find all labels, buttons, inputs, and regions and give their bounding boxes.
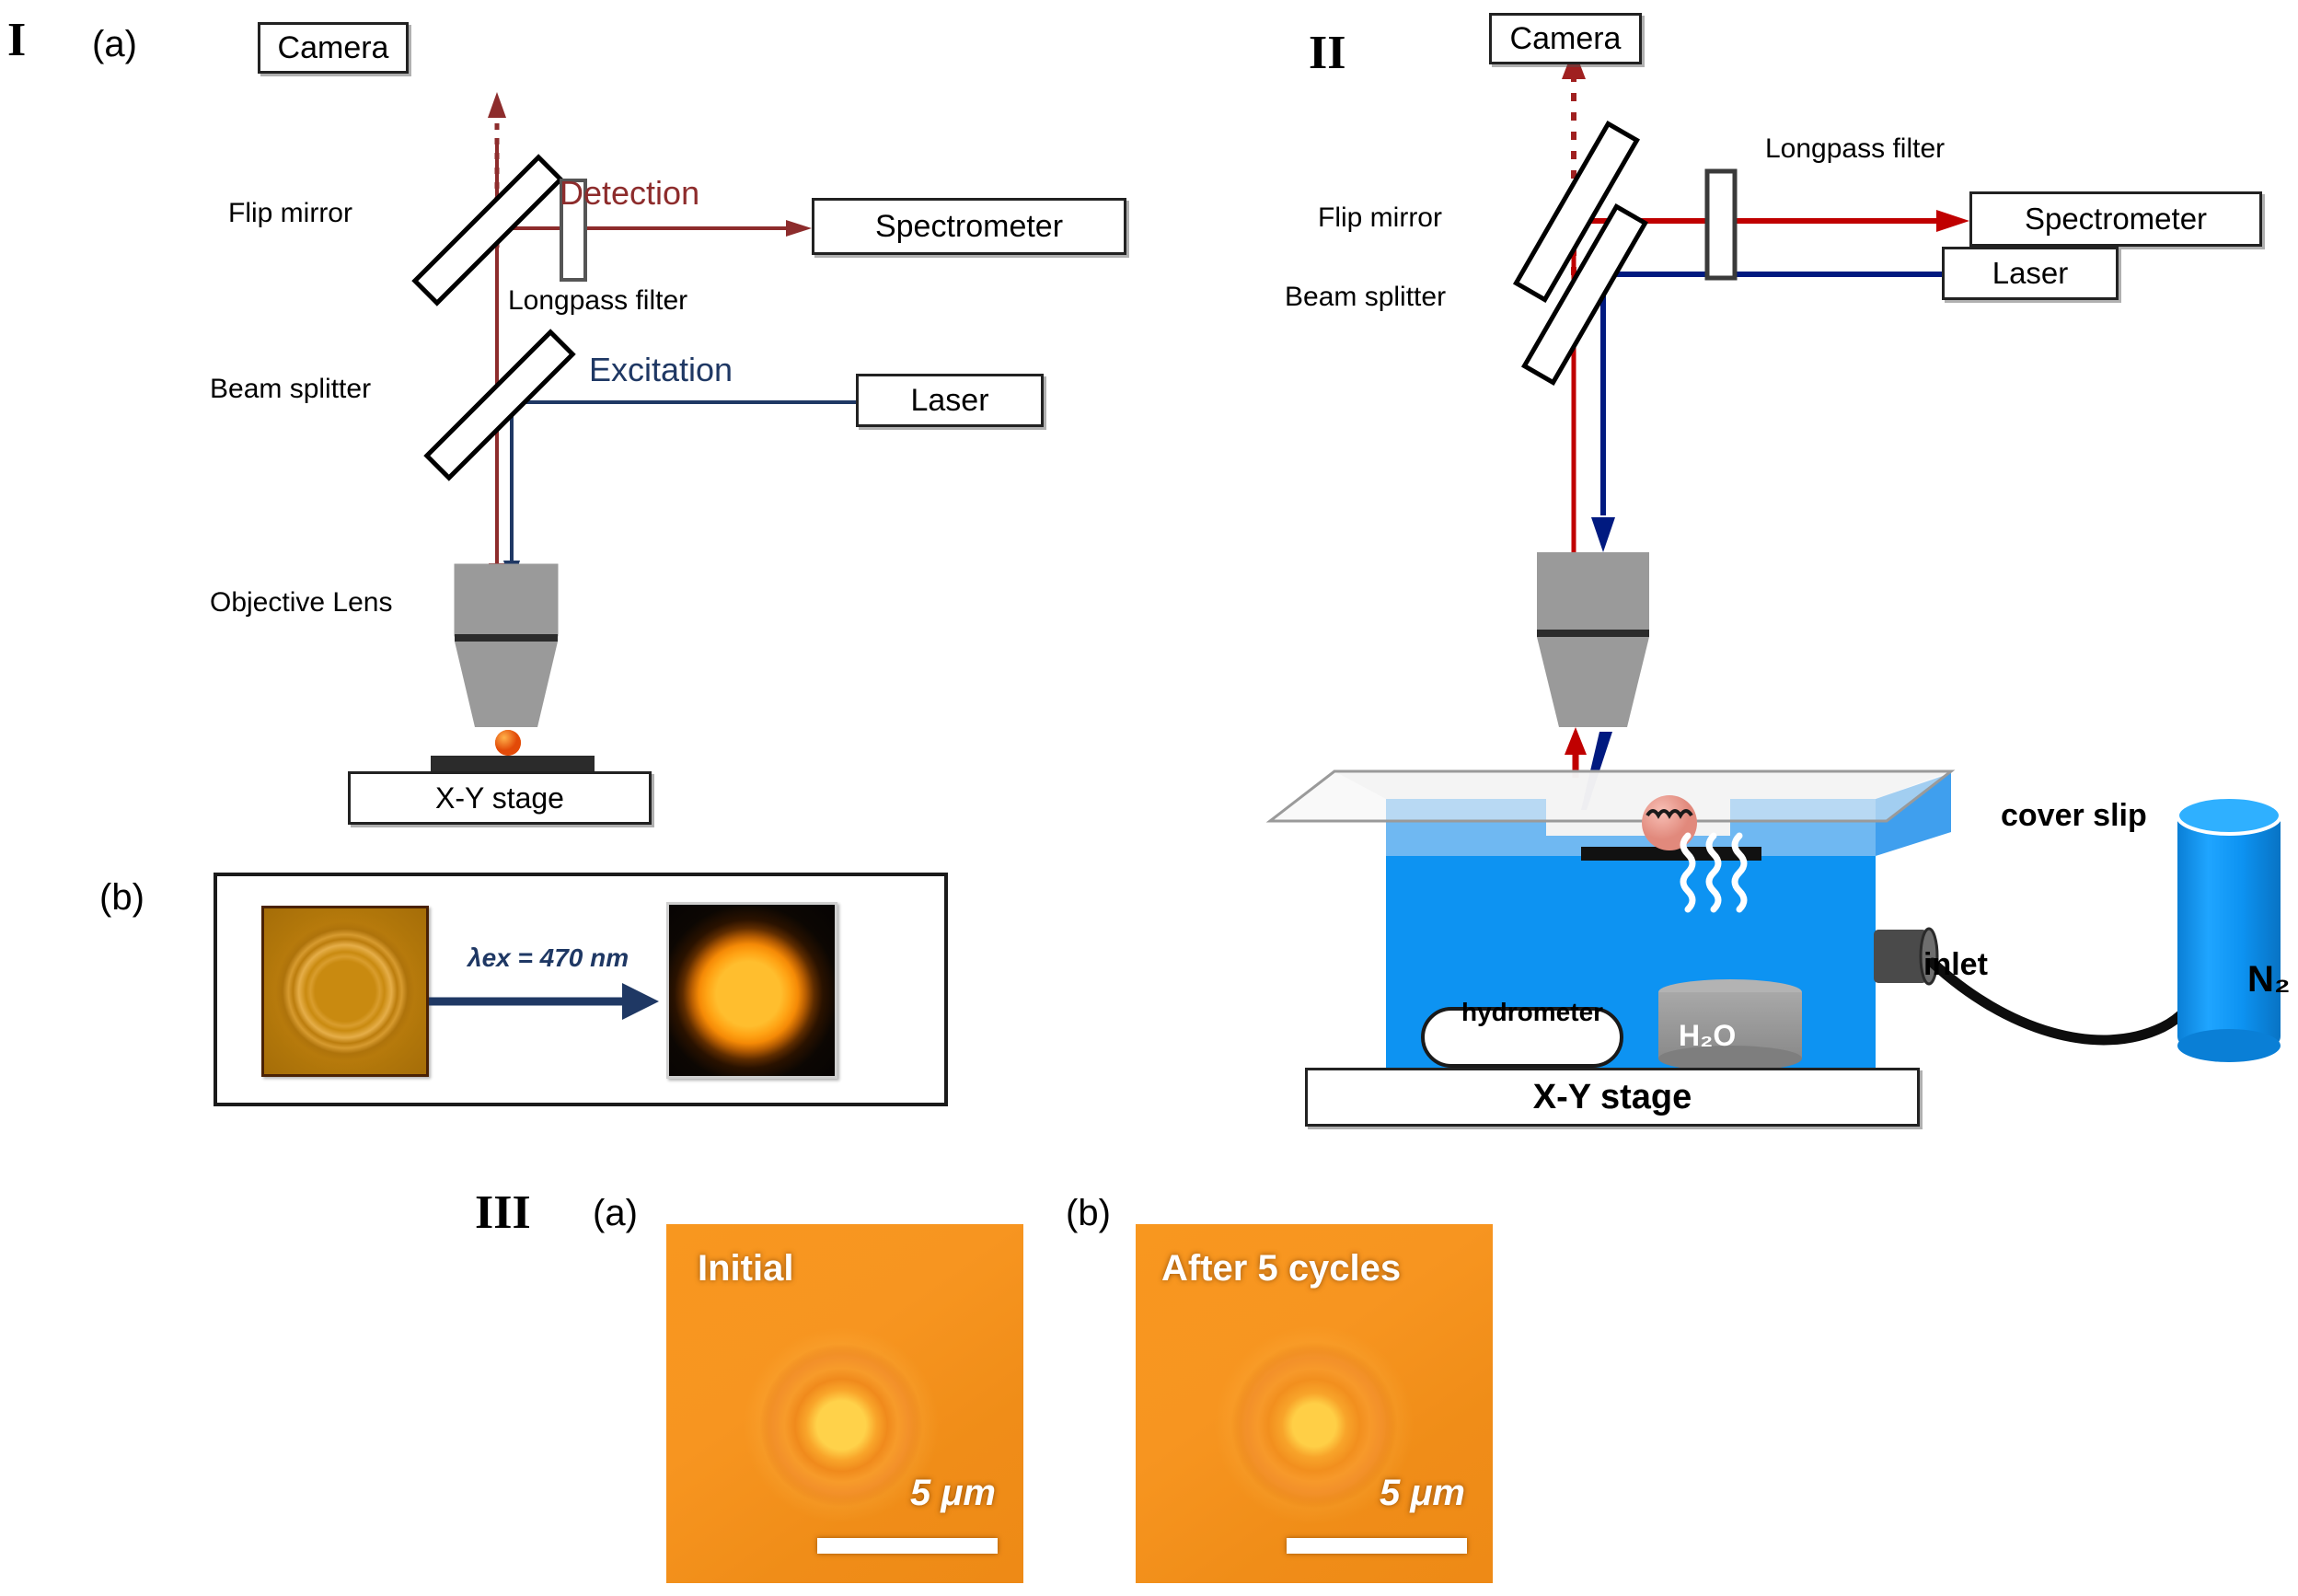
detection-spectrometer-arrowhead-II xyxy=(1936,210,1969,232)
image-b-scalebar-label: 5 μm xyxy=(1379,1473,1465,1513)
panel-III-subcaption-a: (a) xyxy=(593,1193,638,1233)
excitation-wavelength-label: λex = 470 nm xyxy=(468,943,629,972)
spectrometer-label-I: Spectrometer xyxy=(874,208,1064,244)
panel-I-b-frame: λex = 470 nm xyxy=(214,873,948,1106)
nitrogen-cylinder-icon xyxy=(2176,795,2282,1062)
spectrometer-box-I[interactable]: Spectrometer xyxy=(812,198,1126,255)
panel-I-subcaption-b: (b) xyxy=(99,877,144,918)
longpass-filter-icon-II xyxy=(1704,168,1738,281)
detection-beam-label: Detection xyxy=(560,174,700,212)
image-a-scalebar xyxy=(817,1538,998,1554)
excitation-beam-label: Excitation xyxy=(589,351,733,388)
sample-detection-arrowhead xyxy=(1565,727,1587,755)
xy-stage-box-I[interactable]: X-Y stage xyxy=(348,771,652,825)
beam-splitter-label-II: Beam splitter xyxy=(1285,282,1447,312)
panel-label-III: III xyxy=(475,1186,531,1239)
camera-box-II[interactable]: Camera xyxy=(1489,13,1642,64)
brightfield-image xyxy=(261,906,429,1077)
cover-slip-icon xyxy=(1265,769,1956,823)
excitation-beam-arrowhead-II xyxy=(1591,517,1615,552)
beam-splitter-label-I: Beam splitter xyxy=(210,374,372,404)
beam-splitter-icon xyxy=(423,329,576,481)
image-a-scalebar-label: 5 μm xyxy=(909,1473,996,1513)
detection-spectrometer-arrowhead xyxy=(786,220,812,237)
fluorescence-image xyxy=(666,902,837,1079)
longpass-filter-label-II: Longpass filter xyxy=(1765,133,1946,164)
water-label: H₂O xyxy=(1679,1019,1737,1052)
camera-beam-arrowhead xyxy=(488,92,506,118)
objective-lens-icon-II xyxy=(1537,552,1649,727)
panel-III-image-a: Initial 5 μm xyxy=(666,1224,1023,1583)
xy-stage-label-I: X-Y stage xyxy=(435,781,564,815)
laser-box-I[interactable]: Laser xyxy=(856,374,1044,427)
hydrometer-label: hydrometer xyxy=(1461,998,1604,1026)
panel-III-image-b: After 5 cycles 5 μm xyxy=(1136,1224,1493,1583)
flip-mirror-label-I: Flip mirror xyxy=(228,198,352,228)
camera-label-I: Camera xyxy=(277,29,389,65)
spectrometer-box-II[interactable]: Spectrometer xyxy=(1969,191,2262,247)
image-b-caption: After 5 cycles xyxy=(1161,1248,1402,1289)
xy-stage-box-II[interactable]: X-Y stage xyxy=(1305,1068,1920,1127)
inlet-label: inlet xyxy=(1923,947,1988,982)
camera-box-I[interactable]: Camera xyxy=(258,22,409,74)
nitrogen-label: N₂ xyxy=(2247,959,2291,1000)
flip-mirror-label-II: Flip mirror xyxy=(1318,202,1442,233)
laser-label-II: Laser xyxy=(1992,256,2069,290)
objective-lens-label-I: Objective Lens xyxy=(210,587,393,618)
objective-lens-icon xyxy=(454,563,559,727)
image-b-scalebar xyxy=(1287,1538,1467,1554)
laser-label-I: Laser xyxy=(910,382,989,418)
laser-box-II[interactable]: Laser xyxy=(1942,247,2119,300)
sample-droplet-highlight xyxy=(495,730,521,756)
substrate-icon xyxy=(431,756,595,771)
gas-tube-icon xyxy=(1927,924,2212,1046)
longpass-filter-label-I: Longpass filter xyxy=(508,285,688,316)
cover-slip-label: cover slip xyxy=(2001,798,2147,833)
sample-sphere-icon xyxy=(1642,795,1697,850)
camera-label-II: Camera xyxy=(1509,20,1622,56)
image-a-caption: Initial xyxy=(698,1248,794,1289)
panel-III-subcaption-b: (b) xyxy=(1066,1193,1111,1233)
xy-stage-label-II: X-Y stage xyxy=(1532,1077,1692,1116)
spectrometer-label-II: Spectrometer xyxy=(2024,202,2208,236)
